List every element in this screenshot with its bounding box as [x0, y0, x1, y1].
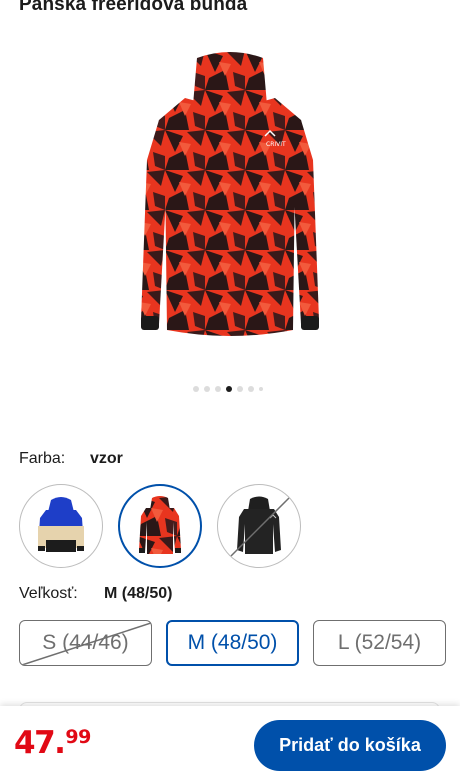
size-selection-header: Veľkosť: M (48/50) — [19, 585, 172, 603]
size-option-label: M (48/50) — [187, 631, 278, 654]
size-option-l[interactable]: L (52/54) — [313, 620, 446, 666]
size-option-label: L (52/54) — [337, 631, 422, 654]
gallery-dot[interactable] — [215, 386, 221, 392]
jacket-thumbnail-red-pattern — [139, 496, 181, 554]
color-swatch-red-pattern[interactable] — [118, 484, 202, 568]
color-swatch-blue-beige[interactable] — [19, 484, 103, 568]
product-price: 47. 99 — [14, 725, 91, 761]
product-title: Pánska freeridová bunda — [19, 0, 248, 15]
gallery-dot[interactable] — [248, 386, 254, 392]
size-options: S (44/46) M (48/50) L (52/54) — [19, 620, 446, 666]
color-selected-value: vzor — [90, 450, 123, 467]
price-integer: 47. — [14, 725, 66, 761]
unavailable-strike-line — [225, 492, 295, 562]
sticky-purchase-bar: 47. 99 Pridať do košíka — [0, 706, 460, 771]
price-decimal: 99 — [65, 726, 91, 748]
svg-text:CRIVIT: CRIVIT — [266, 141, 286, 148]
gallery-dot[interactable] — [259, 387, 263, 391]
product-image-jacket-back: CRIVIT — [141, 52, 319, 336]
size-option-s-unavailable[interactable]: S (44/46) — [19, 620, 152, 666]
gallery-dot[interactable] — [204, 386, 210, 392]
jacket-thumbnail-blue-beige — [38, 497, 84, 552]
product-image-gallery[interactable]: CRIVIT — [0, 40, 460, 370]
size-option-m-selected[interactable]: M (48/50) — [166, 620, 299, 666]
size-selected-value: M (48/50) — [104, 585, 173, 602]
color-swatch-black-unavailable[interactable] — [217, 484, 301, 568]
gallery-dot-active[interactable] — [226, 386, 232, 392]
color-swatches — [19, 484, 301, 568]
add-to-cart-button[interactable]: Pridať do košíka — [254, 720, 446, 771]
color-selection-header: Farba: vzor — [19, 450, 123, 468]
unavailable-strike-line — [21, 622, 151, 665]
size-label: Veľkosť: — [19, 585, 78, 602]
color-label: Farba: — [19, 450, 66, 467]
gallery-pagination[interactable] — [0, 386, 458, 392]
gallery-dot[interactable] — [193, 386, 199, 392]
gallery-dot[interactable] — [237, 386, 243, 392]
